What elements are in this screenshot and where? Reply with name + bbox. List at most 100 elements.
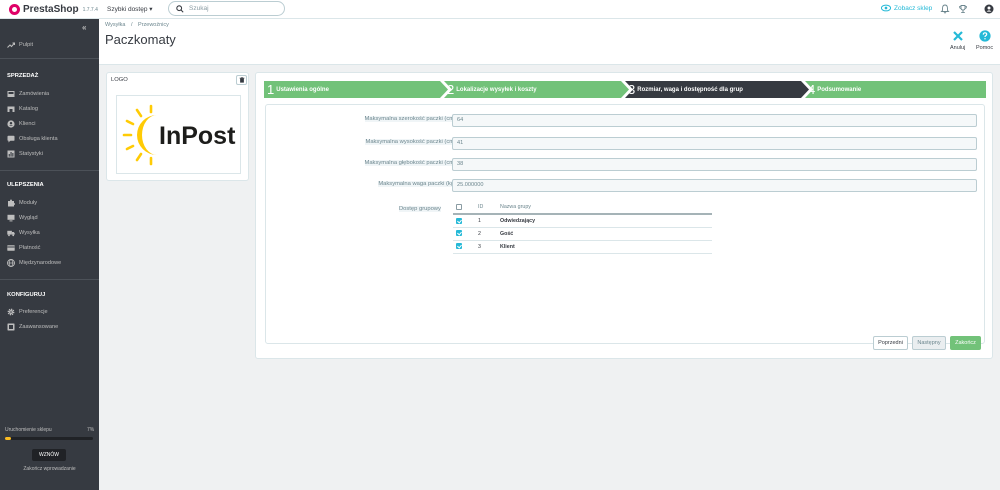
sidebar-item-label: Statystyki	[19, 151, 43, 157]
sidebar-item-shipping[interactable]: Wysyłka	[7, 228, 40, 238]
sidebar-item-orders[interactable]: Zamówienia	[7, 89, 49, 99]
resume-button[interactable]: WZNÓW	[32, 449, 66, 461]
delete-logo-button[interactable]	[236, 75, 247, 85]
trash-icon	[239, 77, 244, 83]
sidebar-item-international[interactable]: Międzynarodowe	[7, 258, 61, 268]
sidebar-item-label: Zaawansowane	[19, 324, 59, 330]
group-checkbox[interactable]	[456, 217, 462, 224]
step-label: Lokalizacje wysyłek i koszty	[456, 86, 537, 93]
view-shop-link[interactable]: Zobacz sklep	[881, 4, 932, 12]
carrier-wizard: 1 Ustawienia ogólne 2 Lokalizacje wysyłe…	[255, 72, 993, 359]
select-all-cell	[453, 201, 475, 215]
group-name: Klient	[497, 240, 712, 254]
trophy-icon[interactable]	[958, 4, 968, 14]
wizard-step-1[interactable]: 1 Ustawienia ogólne	[264, 81, 329, 98]
select-all-checkbox[interactable]	[456, 203, 462, 210]
group-id: 3	[475, 240, 497, 254]
sidebar-item-advanced[interactable]: Zaawansowane	[7, 322, 58, 332]
table-row: 1 Odwiedzający	[453, 214, 712, 228]
sidebar-divider	[0, 58, 99, 59]
sidebar-item-modules[interactable]: Moduły	[7, 198, 37, 208]
max-height-input[interactable]: 41	[452, 137, 977, 150]
quick-access-dropdown[interactable]: Szybki dostęp ▾	[107, 5, 153, 13]
step-number: 1	[267, 82, 275, 97]
inpost-logo-text: InPost	[159, 122, 236, 150]
wizard-step-4[interactable]: 4 Podsumowanie	[805, 81, 861, 98]
next-button[interactable]: Następny	[912, 336, 946, 350]
breadcrumb-carriers[interactable]: Przewoźnicy	[138, 22, 169, 28]
account-icon[interactable]	[984, 4, 994, 14]
view-shop-label: Zobacz sklep	[894, 4, 933, 12]
help-button[interactable]: Pomoc	[976, 30, 993, 51]
chat-icon	[7, 135, 15, 143]
breadcrumb-shipping[interactable]: Wysyłka	[105, 22, 125, 28]
step-label: Ustawienia ogólne	[276, 86, 329, 93]
inbox-icon	[7, 91, 15, 97]
search-placeholder: Szukaj	[189, 5, 209, 12]
sidebar-item-catalog[interactable]: Katalog	[7, 104, 38, 114]
logo-text: PrestaShop	[23, 4, 79, 15]
table-row: 2 Gość	[453, 227, 712, 241]
max-width-input[interactable]: 64	[452, 114, 977, 127]
finish-onboarding-link[interactable]: Zakończ wprowadzanie	[0, 466, 99, 472]
sidebar-item-preferences[interactable]: Preferencje	[7, 307, 48, 317]
finish-button[interactable]: Zakończ	[950, 336, 981, 350]
sidebar-item-label: Wysyłka	[19, 230, 40, 236]
sidebar-item-dashboard[interactable]: Pulpit	[7, 40, 33, 50]
group-name: Gość	[497, 227, 712, 241]
wizard-step-2[interactable]: 2 Lokalizacje wysyłek i koszty	[444, 81, 537, 98]
close-icon	[952, 31, 963, 41]
cancel-button[interactable]: Anuluj	[950, 30, 965, 51]
max-height-row: Maksymalna wysokość paczki (cm) 41	[266, 137, 986, 150]
max-weight-input[interactable]: 25.000000	[452, 179, 977, 192]
search-icon	[176, 4, 184, 13]
page-title: Paczkomaty	[105, 32, 176, 47]
eye-icon	[881, 4, 891, 12]
caret-down-icon: ▾	[149, 6, 153, 13]
previous-button[interactable]: Poprzedni	[873, 336, 908, 350]
sidebar-item-label: Klienci	[19, 121, 36, 127]
group-checkbox[interactable]	[456, 243, 462, 250]
bar-chart-icon	[7, 150, 15, 158]
max-depth-row: Maksymalna głębokość paczki (cm) 38	[266, 158, 986, 171]
cancel-label: Anuluj	[950, 45, 966, 51]
sidebar-item-label: Pulpit	[19, 42, 33, 48]
step-label: Rozmiar, waga i dostępność dla grup	[637, 86, 743, 93]
trending-up-icon	[7, 42, 15, 48]
wizard-step-3[interactable]: 3 Rozmiar, waga i dostępność dla grup	[625, 81, 743, 98]
max-depth-input[interactable]: 38	[452, 158, 977, 171]
sidebar-item-label: Moduły	[19, 200, 38, 206]
truck-icon	[7, 230, 15, 237]
settings-box-icon	[7, 323, 15, 331]
checkbox-cell	[453, 227, 475, 241]
sidebar-item-design[interactable]: Wygląd	[7, 213, 38, 223]
sidebar-item-payment[interactable]: Płatność	[7, 243, 40, 253]
wizard-steps: 1 Ustawienia ogólne 2 Lokalizacje wysyłe…	[264, 81, 986, 98]
checkbox-cell	[453, 214, 475, 228]
version-label: 1.7.7.4	[82, 7, 98, 13]
bell-icon[interactable]	[940, 4, 950, 14]
step-number: 3	[628, 82, 636, 97]
logo-panel: LOGO InPost	[106, 72, 249, 181]
group-checkbox[interactable]	[456, 230, 462, 237]
table-row: 3 Klient	[453, 240, 712, 254]
sidebar-item-customers[interactable]: Klienci	[7, 119, 35, 129]
section-title-sales: SPRZEDAŻ	[7, 73, 39, 79]
section-title-configure: KONFIGURUJ	[7, 292, 46, 298]
column-header-name: Nazwa grupy	[497, 201, 712, 215]
carrier-logo-image: InPost	[116, 95, 241, 174]
sidebar-item-customer-service[interactable]: Obsługa klienta	[7, 134, 58, 144]
search-input[interactable]: Szukaj	[168, 1, 285, 16]
launch-progress-fill	[5, 437, 12, 440]
logo-panel-title: LOGO	[111, 77, 128, 83]
table-header-row: ID Nazwa grupy	[453, 201, 712, 215]
credit-card-icon	[7, 245, 15, 251]
prestashop-logo[interactable]: PrestaShop 1.7.7.4	[9, 3, 98, 16]
sidebar-item-label: Płatność	[19, 245, 41, 251]
collapse-sidebar-icon[interactable]: «	[82, 23, 86, 32]
max-weight-label: Maksymalna waga paczki (kg)	[378, 181, 456, 187]
sidebar-item-stats[interactable]: Statystyki	[7, 149, 43, 159]
help-icon	[978, 30, 991, 42]
column-header-id: ID	[475, 201, 497, 215]
puzzle-icon	[8, 199, 15, 207]
